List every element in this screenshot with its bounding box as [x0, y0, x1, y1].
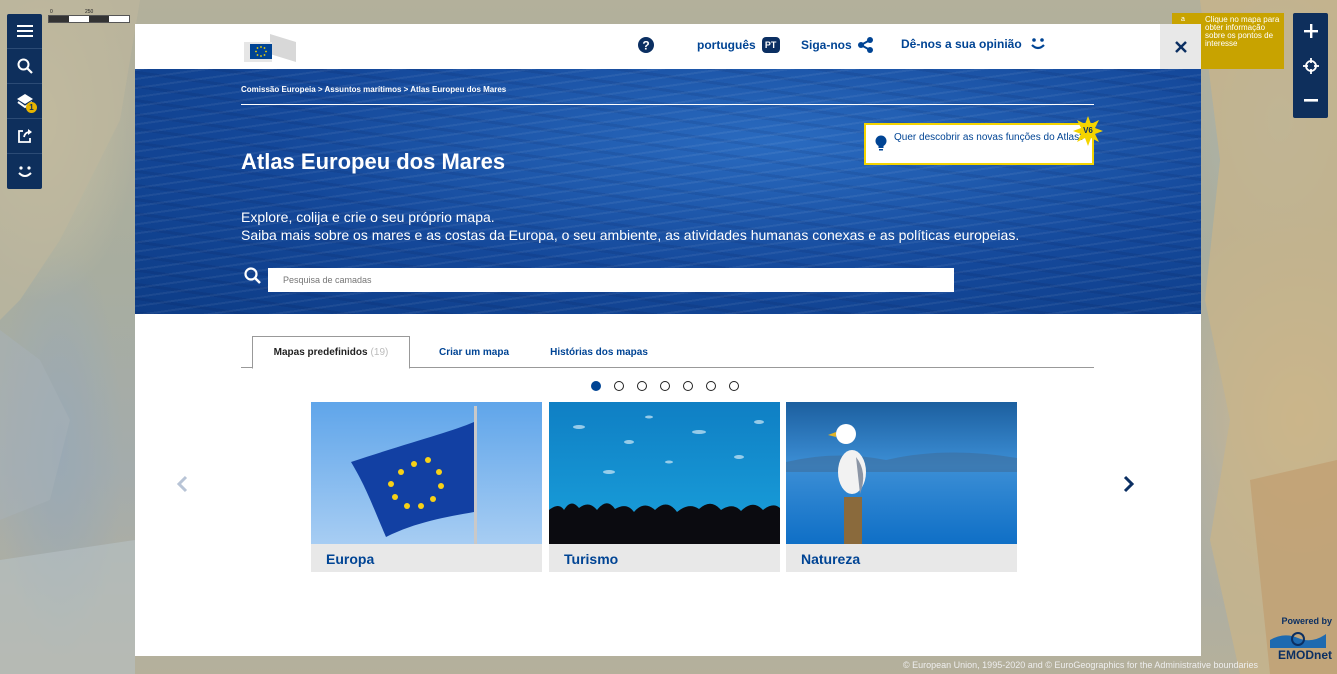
scale-label-end: 250: [85, 9, 94, 15]
nature-seagull-image: [786, 402, 1017, 544]
tab-map-stories-label: Histórias dos mapas: [550, 346, 648, 358]
powered-by-logo-text: EMODnet: [1278, 648, 1332, 662]
carousel-dot-1[interactable]: [591, 381, 601, 391]
map-card-europe[interactable]: Europa: [311, 402, 542, 572]
hero-description: Explore, colija e crie o seu próprio map…: [241, 208, 1019, 244]
card-title-nature: Natureza: [801, 551, 861, 567]
card-title-tourism: Turismo: [564, 551, 619, 567]
emodnet-logo-icon: [1270, 632, 1326, 648]
language-code-icon: PT: [761, 37, 780, 53]
hero-description-line-2: Saiba mais sobre os mares e as costas da…: [241, 227, 1020, 243]
eu-flag-picture: [311, 402, 542, 544]
carousel-prev-button[interactable]: [176, 469, 188, 500]
carousel-dot-4[interactable]: [660, 381, 670, 391]
menu-button[interactable]: [7, 14, 42, 49]
page-title: Atlas Europeu dos Mares: [241, 149, 506, 174]
language-label: português: [697, 38, 756, 52]
help-button[interactable]: ?: [638, 37, 654, 53]
modal-header: ? português PT Siga-nos Dê-nos a sua opi…: [135, 24, 1201, 69]
zoom-out-button[interactable]: [1293, 83, 1328, 118]
version-badge-text: V6: [1083, 126, 1093, 135]
close-modal-button[interactable]: [1160, 24, 1201, 69]
breadcrumb-divider: [241, 104, 1094, 105]
lightbulb-icon: [875, 135, 887, 151]
search-button[interactable]: [7, 49, 42, 84]
map-card-nature[interactable]: Natureza: [786, 402, 1017, 572]
scale-label-start: 0: [50, 9, 53, 15]
carousel-dot-3[interactable]: [637, 381, 647, 391]
layers-count-badge: 1: [26, 102, 37, 113]
tourism-aquarium-image: [549, 402, 780, 544]
left-toolbar: 1: [7, 14, 42, 189]
zoom-in-button[interactable]: [1293, 13, 1328, 48]
carousel-next-button[interactable]: [1123, 469, 1135, 500]
chevron-left-icon: [176, 475, 188, 493]
copyright-text: © European Union, 1995-2020 and © EuroGe…: [903, 660, 1258, 670]
feedback-label: Dê-nos a sua opinião: [901, 37, 1022, 51]
powered-by-label: Powered by: [1281, 616, 1332, 626]
tab-predefined-maps-label: Mapas predefinidos: [273, 347, 368, 358]
locate-icon: [1302, 57, 1319, 74]
share-nodes-icon: [857, 37, 873, 53]
map-scale-bar: [48, 15, 130, 23]
new-features-callout[interactable]: Quer descobrir as novas funções do Atlas…: [864, 123, 1094, 165]
feedback-icon: [17, 165, 32, 177]
svg-text:?: ?: [642, 39, 649, 53]
chevron-right-icon: [1123, 475, 1135, 493]
hero-description-line-1: Explore, colija e crie o seu próprio map…: [241, 209, 495, 225]
tab-predefined-maps[interactable]: Mapas predefinidos (19): [252, 336, 410, 369]
share-icon: [17, 129, 32, 143]
tab-map-stories[interactable]: Histórias dos mapas: [539, 336, 659, 368]
card-title-europe: Europa: [326, 551, 375, 567]
layer-search-icon: [244, 267, 261, 284]
right-toolbar: [1293, 13, 1328, 118]
feedback-link[interactable]: Dê-nos a sua opinião: [901, 37, 1046, 51]
zoom-in-icon: [1303, 23, 1318, 38]
seagull-picture: [786, 402, 1017, 544]
european-commission-logo[interactable]: [242, 32, 298, 62]
search-icon: [17, 58, 33, 74]
carousel-pagination: [591, 381, 739, 391]
close-icon: [1174, 40, 1187, 53]
carousel-dot-6[interactable]: [706, 381, 716, 391]
hero-banner: Comissão Europeia > Assuntos marítimos >…: [135, 69, 1201, 314]
europe-flag-image: [311, 402, 542, 544]
locate-button[interactable]: [1293, 48, 1328, 83]
aquarium-picture: [549, 402, 780, 544]
tab-predefined-maps-count: (19): [370, 347, 389, 358]
version-badge: V6: [1073, 116, 1103, 146]
menu-icon: [16, 25, 33, 37]
welcome-modal: ? português PT Siga-nos Dê-nos a sua opi…: [135, 24, 1201, 656]
powered-by[interactable]: Powered by EMODnet: [1262, 616, 1332, 662]
tab-create-map-label: Criar um mapa: [438, 346, 510, 358]
map-card-tourism[interactable]: Turismo: [549, 402, 780, 572]
smile-icon: [1030, 38, 1045, 50]
map-tabs: Mapas predefinidos (19) Criar um mapa Hi…: [241, 336, 1094, 369]
tooltip-text: Clique no mapa para obter informação sob…: [1205, 15, 1280, 48]
zoom-out-icon: [1303, 98, 1318, 102]
follow-us-label: Siga-nos: [801, 38, 852, 52]
layers-button[interactable]: 1: [7, 84, 42, 119]
tab-create-map[interactable]: Criar um mapa: [429, 336, 519, 368]
feedback-button[interactable]: [7, 154, 42, 189]
language-selector[interactable]: português PT: [697, 37, 780, 53]
tooltip-letter: a: [1181, 16, 1185, 23]
help-icon: ?: [638, 37, 654, 53]
follow-us-button[interactable]: Siga-nos: [801, 37, 874, 53]
share-button[interactable]: [7, 119, 42, 154]
carousel-dot-5[interactable]: [683, 381, 693, 391]
new-features-text: Quer descobrir as novas funções do Atlas…: [894, 132, 1085, 143]
carousel-dot-2[interactable]: [614, 381, 624, 391]
breadcrumb[interactable]: Comissão Europeia > Assuntos marítimos >…: [241, 85, 506, 94]
layer-search-input[interactable]: [268, 268, 954, 292]
carousel-dot-7[interactable]: [729, 381, 739, 391]
